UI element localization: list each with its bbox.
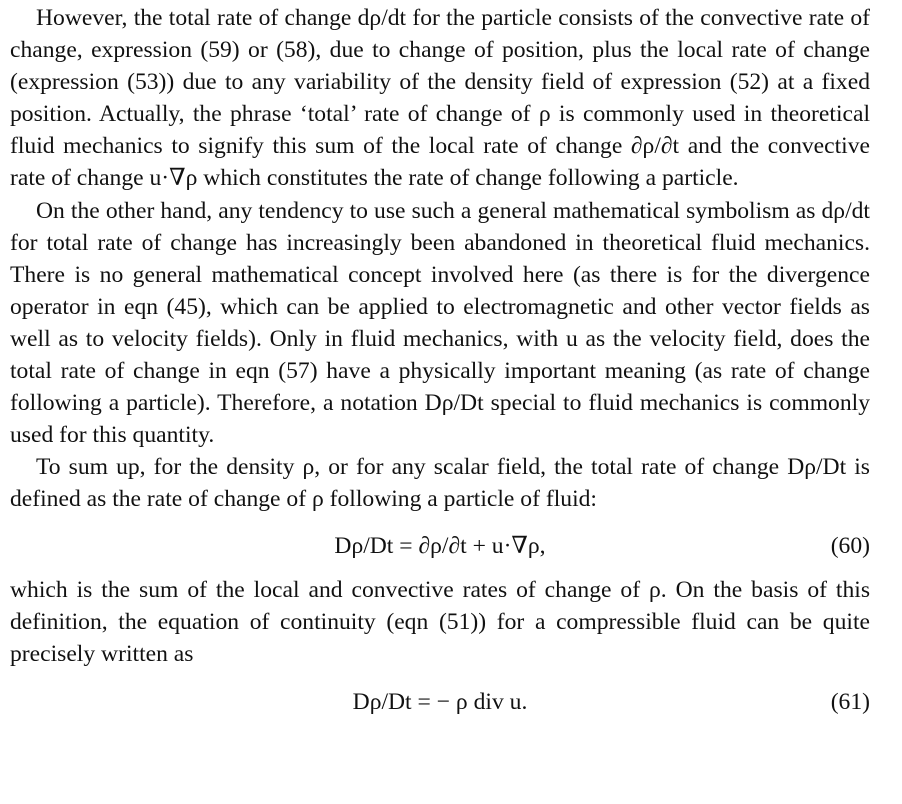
paragraph-notation: On the other hand, any tendency to use s… [10, 197, 870, 449]
equation-60: Dρ/Dt = ∂ρ/∂t + u·∇ρ, (60) [10, 522, 870, 570]
equation-60-number: (60) [830, 532, 870, 559]
equation-60-expression: Dρ/Dt = ∂ρ/∂t + u·∇ρ, [334, 532, 546, 559]
document-page: However, the total rate of change dρ/dt … [10, 0, 870, 726]
paragraph-sum-up: To sum up, for the density ρ, or for any… [10, 454, 870, 513]
paragraph-total-rate: However, the total rate of change dρ/dt … [10, 5, 870, 192]
equation-61-expression: Dρ/Dt = − ρ div u. [352, 688, 528, 715]
equation-61-number: (61) [830, 688, 870, 715]
paragraph-continuity: which is the sum of the local and convec… [10, 576, 870, 667]
equation-61: Dρ/Dt = − ρ div u. (61) [10, 678, 870, 726]
